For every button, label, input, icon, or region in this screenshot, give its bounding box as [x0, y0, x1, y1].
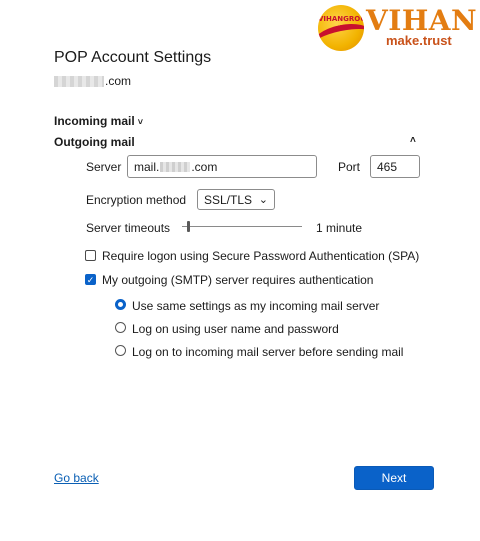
outgoing-mail-header[interactable]: Outgoing mail	[54, 135, 135, 149]
redacted-server-domain	[160, 161, 191, 172]
server-suffix: .com	[191, 159, 218, 174]
go-back-link[interactable]: Go back	[54, 471, 99, 485]
smtp-auth-checkbox[interactable]: ✓	[85, 274, 96, 285]
encryption-label: Encryption method	[86, 193, 187, 207]
smtp-auth-label[interactable]: My outgoing (SMTP) server requires authe…	[102, 273, 373, 287]
next-button[interactable]: Next	[354, 466, 434, 490]
encryption-value: SSL/TLS	[204, 192, 253, 207]
chevron-up-icon[interactable]: ˄	[410, 135, 416, 146]
radio-same-settings-label[interactable]: Use same settings as my incoming mail se…	[132, 299, 379, 313]
brand-swoosh	[318, 19, 364, 51]
chevron-down-icon: ˅	[137, 117, 143, 127]
server-label: Server	[86, 160, 122, 174]
brand-logo: VIHANGROUP	[318, 5, 364, 51]
radio-username-password[interactable]	[115, 322, 126, 333]
brand-tagline: make.trust	[386, 33, 452, 48]
timeout-slider-track[interactable]	[182, 226, 302, 227]
port-value: 465	[377, 159, 398, 174]
spa-label[interactable]: Require logon using Secure Password Auth…	[102, 249, 419, 263]
server-input[interactable]: mail. .com	[127, 155, 317, 178]
page-title: POP Account Settings	[54, 49, 212, 66]
spa-checkbox[interactable]	[85, 250, 96, 261]
radio-same-settings[interactable]	[115, 299, 126, 310]
radio-incoming-before-sending[interactable]	[115, 345, 126, 356]
account-email: .com	[54, 73, 131, 89]
incoming-mail-label: Incoming mail	[54, 114, 135, 128]
timeout-slider-thumb[interactable]	[187, 221, 190, 232]
encryption-select[interactable]: SSL/TLS ⌄	[197, 189, 275, 210]
port-label: Port	[338, 160, 361, 174]
radio-username-password-label[interactable]: Log on using user name and password	[132, 322, 339, 336]
incoming-mail-toggle[interactable]: Incoming mail ˅	[54, 114, 143, 128]
server-prefix: mail.	[134, 159, 160, 174]
timeout-value: 1 minute	[316, 221, 363, 235]
email-domain-suffix: .com	[105, 74, 132, 88]
server-timeouts-label: Server timeouts	[86, 221, 171, 235]
redacted-email-user	[54, 75, 104, 87]
brand-circle-text: VIHANGROUP	[318, 15, 364, 23]
radio-incoming-before-sending-label[interactable]: Log on to incoming mail server before se…	[132, 345, 403, 359]
port-input[interactable]: 465	[370, 155, 420, 178]
chevron-down-icon: ⌄	[258, 194, 268, 206]
